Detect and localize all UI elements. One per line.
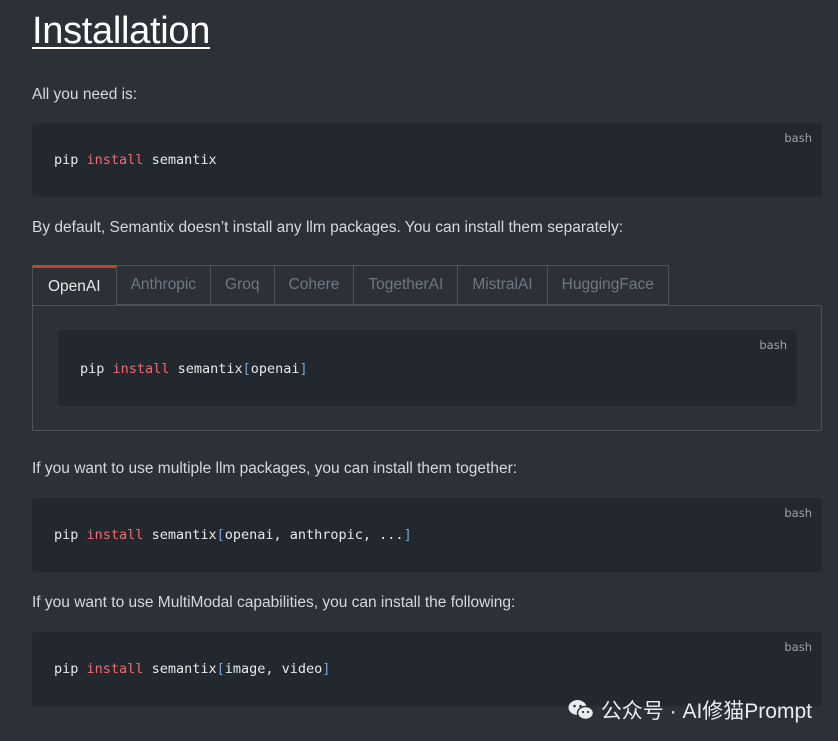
code-package: semantix	[177, 361, 243, 377]
code-line: pip install semantix[image, video]	[54, 661, 330, 677]
code-line: pip install semantix	[54, 152, 217, 168]
tab-huggingface[interactable]: HuggingFace	[547, 265, 669, 305]
provider-tabs: OpenAI Anthropic Groq Cohere TogetherAI …	[32, 265, 822, 431]
code-block-multiple[interactable]: bash pip install semantix[openai, anthro…	[32, 498, 822, 572]
code-language-label: bash	[784, 131, 812, 145]
tab-togetherai[interactable]: TogetherAI	[354, 265, 459, 305]
default-note-text: By default, Semantix doesn’t install any…	[32, 219, 624, 236]
code-command: pip	[54, 661, 79, 677]
code-block-openai[interactable]: bash pip install semantix[openai]	[58, 330, 797, 406]
code-args: image, video	[224, 661, 323, 677]
code-bracket-close: ]	[403, 527, 412, 543]
code-bracket-close: ]	[299, 361, 308, 377]
code-args: openai, anthropic, ...	[224, 527, 404, 543]
code-line: pip install semantix[openai]	[80, 361, 308, 377]
intro-text: All you need is:	[32, 86, 138, 103]
tab-anthropic[interactable]: Anthropic	[116, 265, 212, 305]
code-package: semantix	[151, 152, 217, 168]
code-keyword: install	[86, 152, 144, 168]
code-bracket-open: [	[216, 527, 225, 543]
code-keyword: install	[86, 661, 144, 677]
watermark-text: 公众号 · AI修猫Prompt	[600, 700, 812, 723]
code-language-label: bash	[784, 640, 812, 654]
tab-groq[interactable]: Groq	[211, 265, 275, 305]
code-command: pip	[54, 152, 79, 168]
code-args: openai	[250, 361, 300, 377]
code-block-install[interactable]: bash pip install semantix	[32, 123, 822, 197]
code-package: semantix	[151, 661, 217, 677]
tab-bar: OpenAI Anthropic Groq Cohere TogetherAI …	[32, 265, 669, 306]
code-command: pip	[54, 527, 79, 543]
multimodal-text: If you want to use MultiModal capabiliti…	[32, 594, 516, 611]
tab-mistralai[interactable]: MistralAI	[458, 265, 548, 305]
code-line: pip install semantix[openai, anthropic, …	[54, 527, 412, 543]
code-bracket-close: ]	[322, 661, 331, 677]
watermark: 公众号 · AI修猫Prompt	[567, 695, 812, 725]
code-language-label: bash	[759, 338, 787, 352]
code-keyword: install	[112, 361, 170, 377]
code-command: pip	[80, 361, 105, 377]
tab-openai[interactable]: OpenAI	[32, 265, 117, 306]
page-title: Installation	[32, 10, 211, 52]
code-package: semantix	[151, 527, 217, 543]
code-keyword: install	[86, 527, 144, 543]
code-language-label: bash	[784, 506, 812, 520]
tab-cohere[interactable]: Cohere	[274, 265, 355, 305]
code-bracket-open: [	[216, 661, 225, 677]
tab-panel-openai: bash pip install semantix[openai]	[32, 305, 822, 431]
wechat-icon	[567, 698, 595, 722]
multiple-packages-text: If you want to use multiple llm packages…	[32, 460, 518, 477]
code-bracket-open: [	[242, 361, 251, 377]
